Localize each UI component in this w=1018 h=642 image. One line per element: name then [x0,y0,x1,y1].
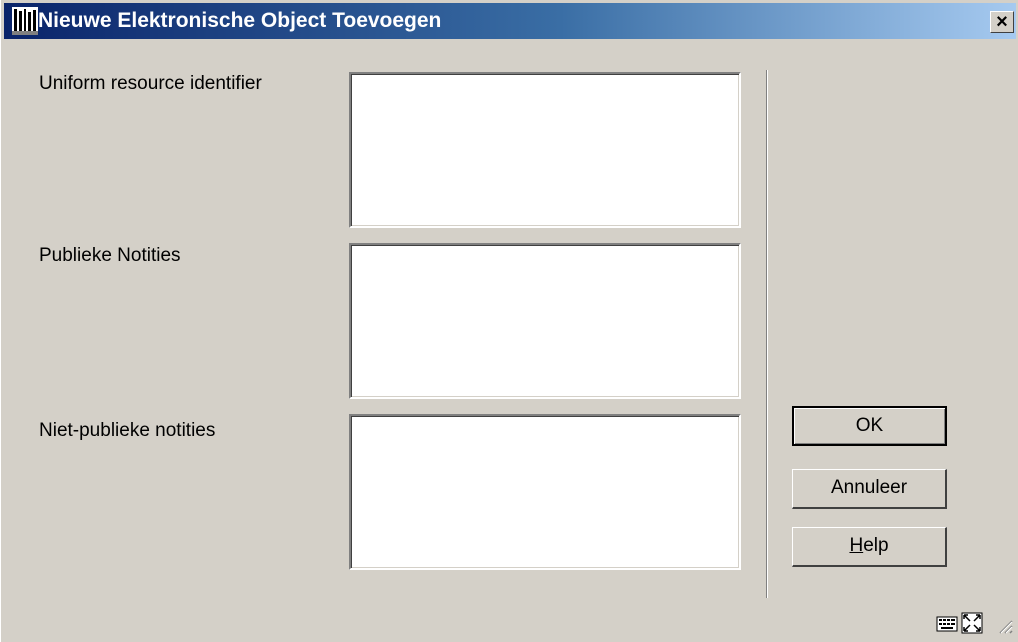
vertical-separator [766,70,768,598]
uri-input[interactable] [349,72,741,228]
help-button[interactable]: Help [792,527,947,567]
private-notes-label: Niet-publieke notities [39,420,216,441]
public-notes-input[interactable] [349,243,741,399]
title-bar[interactable]: Nieuwe Elektronische Object Toevoegen × [4,3,1016,39]
window-title: Nieuwe Elektronische Object Toevoegen [38,9,442,32]
cancel-button[interactable]: Annuleer [792,469,947,509]
size-grip-icon[interactable] [991,612,1013,634]
close-button[interactable]: × [990,11,1014,33]
library-books-icon [12,7,38,35]
keyboard-icon[interactable] [936,612,958,634]
uri-label: Uniform resource identifier [39,73,262,94]
ok-button[interactable]: OK [792,406,947,446]
public-notes-label: Publieke Notities [39,245,181,266]
private-notes-input[interactable] [349,414,741,570]
help-mnemonic: H [849,535,864,556]
help-label-rest: elp [863,535,889,556]
dialog-window: Nieuwe Elektronische Object Toevoegen × … [0,0,1018,642]
resize-icon[interactable] [961,612,983,634]
